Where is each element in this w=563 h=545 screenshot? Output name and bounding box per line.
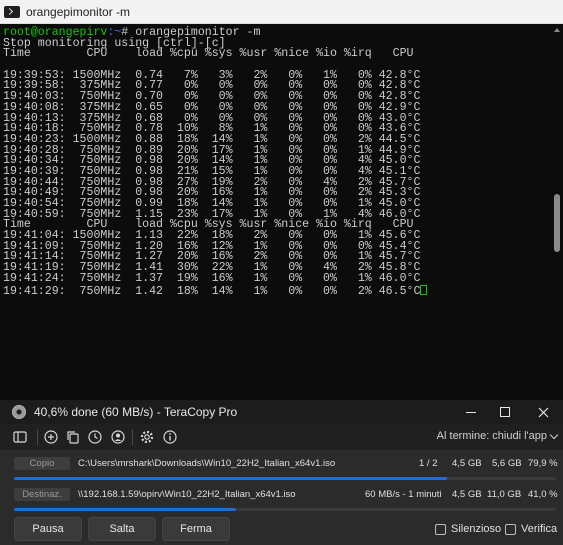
terminal-line: 19:41:24: 750MHz 1.37 19% 16% 1% 0% 0% 1…: [3, 271, 421, 285]
verify-checkbox[interactable]: [505, 524, 516, 535]
source-total: 5,6 GB: [492, 458, 522, 469]
panel-toggle-icon[interactable]: [12, 429, 28, 445]
close-button[interactable]: [524, 400, 562, 424]
silent-label: Silenzioso: [451, 523, 502, 535]
verify-label: Verifica: [521, 523, 558, 535]
on-finish-dropdown[interactable]: Al termine: chiudi l'app: [437, 430, 547, 442]
toolbar-separator: [37, 429, 38, 445]
source-path: C:\Users\mrshark\Downloads\Win10_22H2_It…: [78, 458, 336, 469]
teracopy-app-icon: [12, 405, 26, 419]
target-total: 11,0 GB: [487, 489, 522, 500]
terminal-line: 19:41:29: 750MHz 1.42 18% 14% 1% 0% 0% 2…: [3, 284, 552, 297]
source-row: Copio C:\Users\mrshark\Downloads\Win10_2…: [14, 457, 558, 471]
scroll-up-icon[interactable]: [554, 28, 560, 32]
terminal-titlebar: orangepimonitor -m: [0, 0, 563, 24]
terminal-title: orangepimonitor -m: [26, 4, 131, 19]
target-badge[interactable]: Destinaz.: [14, 488, 70, 501]
target-progress-bar: [14, 508, 556, 511]
target-progress-fill: [14, 508, 237, 511]
teracopy-title: 40,6% done (60 MB/s) - TeraCopy Pro: [34, 405, 238, 419]
info-icon[interactable]: [162, 429, 178, 445]
pause-button[interactable]: Pausa: [14, 517, 82, 541]
copy-icon[interactable]: [65, 429, 81, 445]
source-badge[interactable]: Copio: [14, 457, 70, 470]
gear-icon[interactable]: [139, 429, 155, 445]
terminal-scroll-thumb[interactable]: [554, 194, 560, 252]
source-progress-fill: [14, 477, 448, 480]
silent-checkbox[interactable]: [435, 524, 446, 535]
skip-button[interactable]: Salta: [88, 517, 156, 541]
terminal-output[interactable]: root@orangepirv:~# orangepimonitor -m Sto…: [0, 24, 552, 400]
stop-button[interactable]: Ferma: [162, 517, 230, 541]
maximize-icon: [500, 407, 510, 417]
minimize-icon: [466, 411, 476, 413]
target-percent: 41,0 %: [528, 489, 558, 500]
close-icon: [538, 407, 548, 417]
chevron-down-icon[interactable]: [549, 430, 559, 440]
source-percent: 79,9 %: [528, 458, 558, 469]
source-count: 1 / 2: [419, 458, 438, 469]
history-icon[interactable]: [87, 429, 103, 445]
target-done: 4,5 GB: [452, 489, 482, 500]
teracopy-toolbar: Al termine: chiudi l'app: [0, 424, 563, 450]
terminal-line: Time CPU load %cpu %sys %usr %nice %io %…: [3, 47, 414, 61]
add-icon[interactable]: [43, 429, 59, 445]
minimize-button[interactable]: [452, 400, 490, 424]
terminal-icon: [4, 5, 20, 18]
target-speed: 60 MB/s - 1 minuti: [365, 489, 442, 500]
target-path: \\192.168.1.59\opirv\Win10_22H2_Italian_…: [78, 489, 296, 500]
terminal-scrollbar[interactable]: [553, 24, 561, 416]
teracopy-titlebar: 40,6% done (60 MB/s) - TeraCopy Pro: [0, 400, 563, 424]
terminal-cursor: [420, 284, 428, 295]
target-row: Destinaz. \\192.168.1.59\opirv\Win10_22H…: [14, 488, 558, 502]
user-icon[interactable]: [110, 429, 126, 445]
maximize-button[interactable]: [486, 400, 524, 424]
source-done: 4,5 GB: [452, 458, 482, 469]
teracopy-window: 40,6% done (60 MB/s) - TeraCopy Pro Al t…: [0, 400, 563, 545]
toolbar-separator: [132, 429, 133, 445]
source-progress-bar: [14, 477, 556, 480]
